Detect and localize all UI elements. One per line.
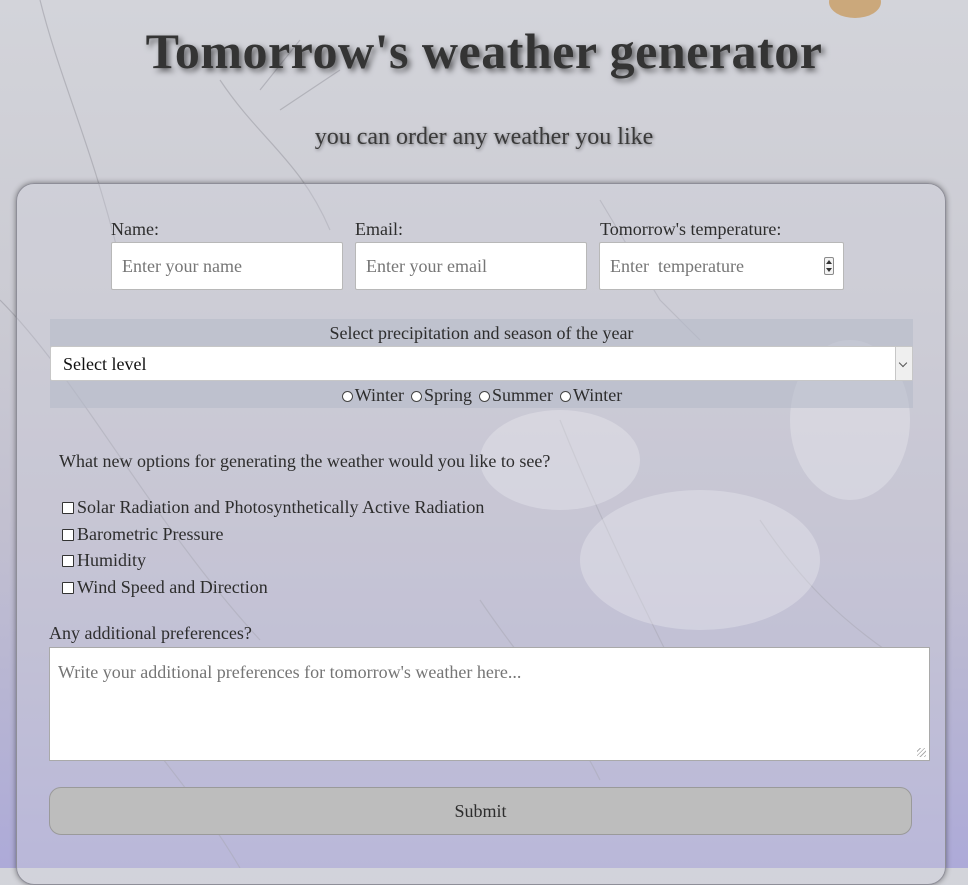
season-label: Spring — [423, 385, 472, 405]
page-title: Tomorrow's weather generator — [145, 23, 823, 79]
temperature-label: Tomorrow's temperature: — [600, 219, 782, 239]
season-option-spring[interactable]: Spring — [410, 385, 472, 406]
submit-button[interactable]: Submit — [49, 787, 912, 835]
page-subtitle: you can order any weather you like — [314, 124, 654, 150]
precipitation-select[interactable]: Select level — [50, 346, 913, 381]
season-label: Winter — [573, 385, 623, 405]
chevron-down-icon[interactable] — [895, 347, 912, 380]
number-spinner-icon[interactable] — [824, 257, 834, 275]
season-label: Winter — [354, 385, 404, 405]
option-label: Solar Radiation and Photosynthetically A… — [77, 497, 485, 517]
season-option-winter-2[interactable]: Winter — [560, 385, 622, 406]
options-question: What new options for generating the weat… — [59, 451, 551, 471]
radio-icon[interactable] — [410, 391, 422, 402]
option-wind[interactable]: Wind Speed and Direction — [62, 577, 268, 598]
precipitation-select-value: Select level — [63, 354, 147, 374]
precipitation-panel: Select precipitation and season of the y… — [50, 319, 913, 408]
checkbox-icon[interactable] — [62, 582, 74, 594]
season-option-summer[interactable]: Summer — [479, 385, 553, 406]
additional-label: Any additional preferences? — [49, 623, 252, 643]
option-label: Humidity — [77, 550, 147, 570]
checkbox-icon[interactable] — [62, 555, 74, 567]
option-humidity[interactable]: Humidity — [62, 550, 146, 571]
radio-icon[interactable] — [341, 391, 353, 402]
temperature-field[interactable] — [599, 242, 844, 290]
email-input[interactable] — [355, 242, 587, 290]
name-label: Name: — [111, 219, 159, 239]
season-label: Summer — [492, 385, 553, 405]
option-label: Barometric Pressure — [77, 524, 224, 544]
checkbox-icon[interactable] — [62, 529, 74, 541]
radio-icon[interactable] — [479, 391, 490, 402]
option-label: Wind Speed and Direction — [77, 577, 268, 597]
additional-preferences-textarea[interactable] — [49, 647, 930, 761]
option-solar-radiation[interactable]: Solar Radiation and Photosynthetically A… — [62, 497, 484, 518]
season-option-winter[interactable]: Winter — [341, 385, 404, 406]
email-label: Email: — [355, 219, 403, 239]
resize-handle-icon[interactable] — [917, 748, 926, 757]
season-radio-group: Winter Spring Summer Winter — [50, 385, 913, 406]
name-input[interactable] — [111, 242, 343, 290]
radio-icon[interactable] — [560, 391, 571, 402]
option-barometric-pressure[interactable]: Barometric Pressure — [62, 524, 223, 545]
checkbox-icon[interactable] — [62, 502, 74, 514]
precipitation-title: Select precipitation and season of the y… — [329, 323, 634, 343]
temperature-input[interactable] — [599, 242, 844, 290]
